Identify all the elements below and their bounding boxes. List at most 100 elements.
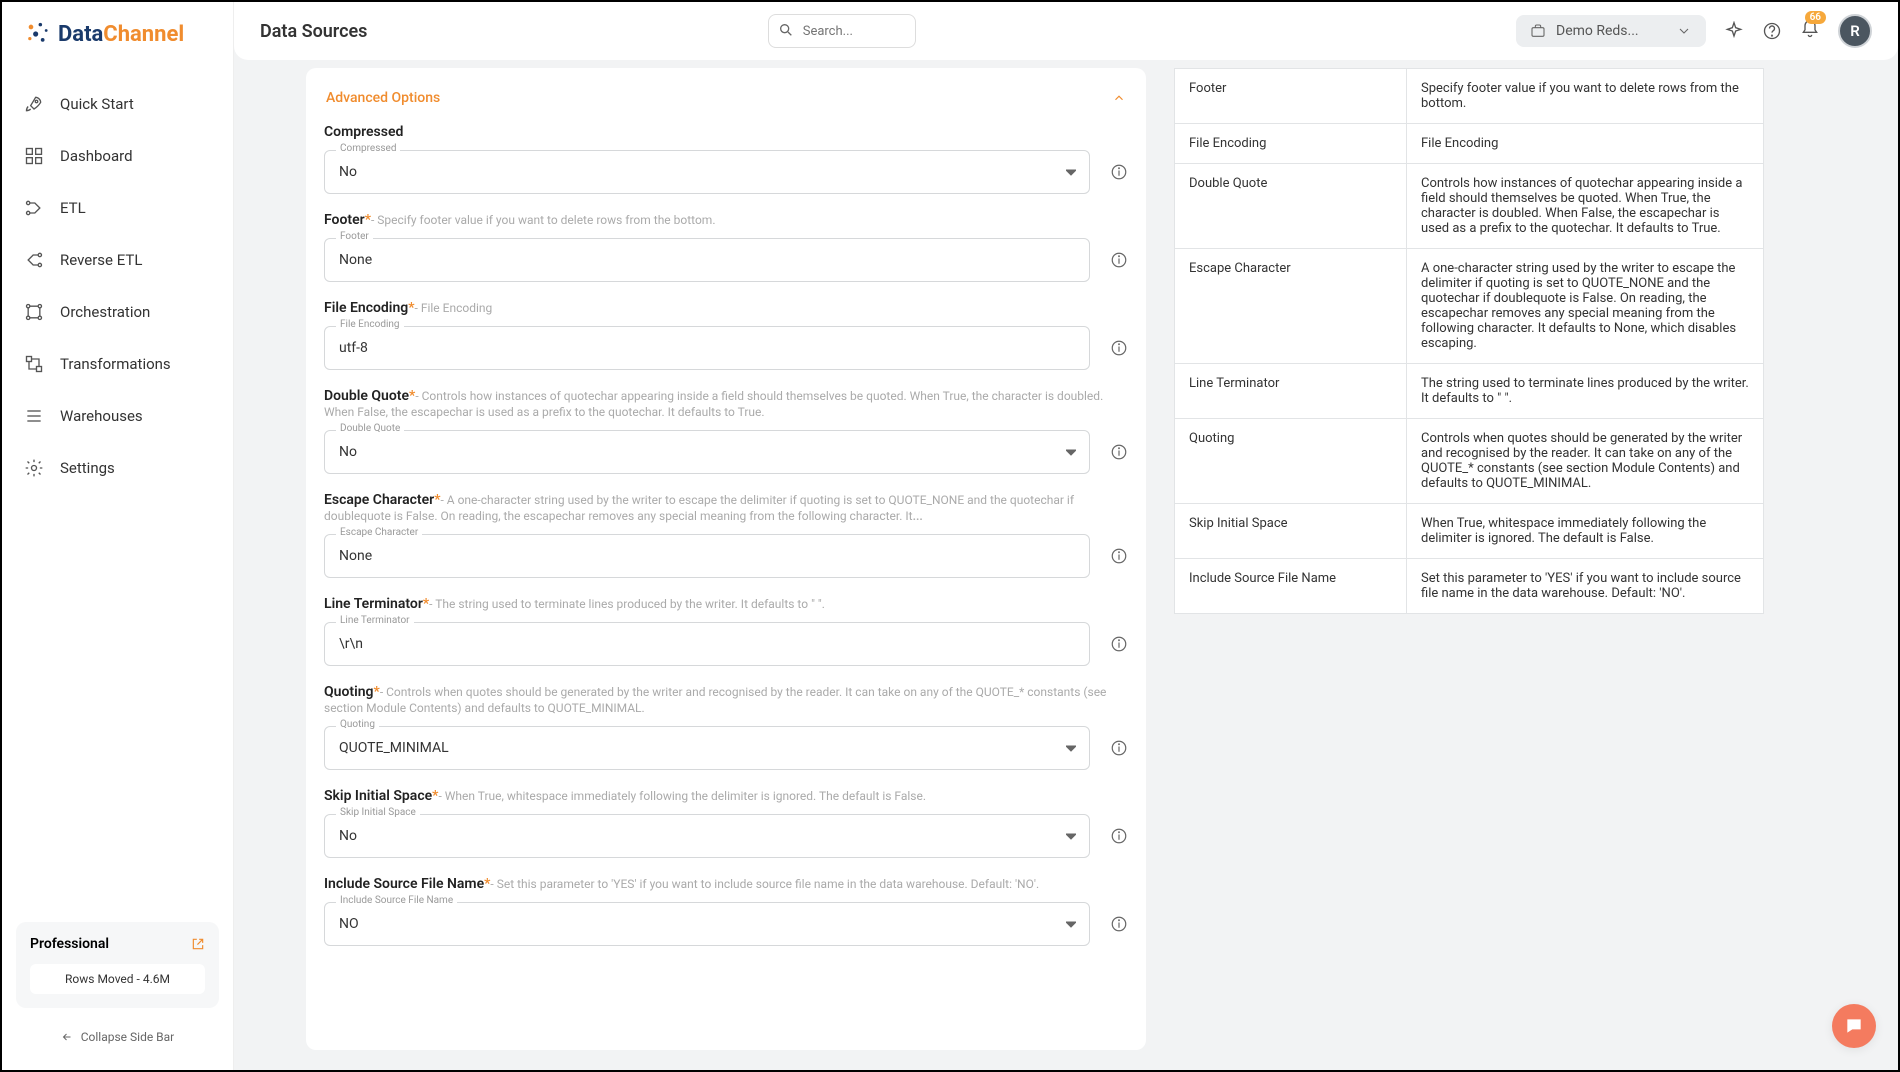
logo[interactable]: DataChannel xyxy=(2,20,233,78)
advanced-options-label: Advanced Options xyxy=(326,90,440,106)
skip-initial-space-select[interactable]: No xyxy=(324,814,1090,858)
info-icon[interactable] xyxy=(1110,339,1128,357)
help-value: Specify footer value if you want to dele… xyxy=(1407,69,1764,124)
include-source-select[interactable]: NO xyxy=(324,902,1090,946)
nav-settings[interactable]: Settings xyxy=(2,442,233,494)
info-icon[interactable] xyxy=(1110,827,1128,845)
caret-down-icon xyxy=(1066,168,1076,178)
field-footer: Footer*- Specify footer value if you wan… xyxy=(324,212,1128,282)
collapse-label: Collapse Side Bar xyxy=(81,1030,175,1044)
help-key: Double Quote xyxy=(1175,164,1407,249)
info-icon[interactable] xyxy=(1110,547,1128,565)
help-row: File EncodingFile Encoding xyxy=(1175,124,1764,164)
compressed-select[interactable]: No xyxy=(324,150,1090,194)
double-quote-select[interactable]: No xyxy=(324,430,1090,474)
brand-right: Channel xyxy=(103,22,184,47)
etl-icon xyxy=(24,198,44,218)
field-escape-character: Escape Character*- A one-character strin… xyxy=(324,492,1128,578)
help-row: Escape CharacterA one-character string u… xyxy=(1175,249,1764,364)
field-double-quote: Double Quote*- Controls how instances of… xyxy=(324,388,1128,474)
field-label: Double Quote*- Controls how instances of… xyxy=(324,388,1128,420)
warehouses-icon xyxy=(24,406,44,426)
sidebar: DataChannel Quick Start Dashboard ETL Re… xyxy=(2,2,234,1070)
caret-down-icon xyxy=(1066,448,1076,458)
reverse-etl-icon xyxy=(24,250,44,270)
field-label: Escape Character*- A one-character strin… xyxy=(324,492,1128,524)
gear-icon xyxy=(24,458,44,478)
chevron-down-icon xyxy=(1676,23,1692,39)
nav-quick-start[interactable]: Quick Start xyxy=(2,78,233,130)
plan-card: Professional Rows Moved - 4.6M xyxy=(16,922,219,1008)
nav-transformations[interactable]: Transformations xyxy=(2,338,233,390)
field-include-source-file-name: Include Source File Name*- Set this para… xyxy=(324,876,1128,946)
help-value: When True, whitespace immediately follow… xyxy=(1407,504,1764,559)
collapse-icon xyxy=(61,1031,73,1043)
field-label: Skip Initial Space*- When True, whitespa… xyxy=(324,788,1128,804)
help-row: FooterSpecify footer value if you want t… xyxy=(1175,69,1764,124)
plan-name-text: Professional xyxy=(30,936,109,952)
plan-sub: Rows Moved - 4.6M xyxy=(30,964,205,994)
help-value: The string used to terminate lines produ… xyxy=(1407,364,1764,419)
notifications[interactable]: 66 xyxy=(1800,19,1820,43)
info-icon[interactable] xyxy=(1110,251,1128,269)
float-label: Double Quote xyxy=(336,423,404,434)
logo-icon xyxy=(24,20,52,48)
help-row: Line TerminatorThe string used to termin… xyxy=(1175,364,1764,419)
chevron-up-icon xyxy=(1112,91,1126,105)
field-compressed: Compressed Compressed No xyxy=(324,124,1128,194)
nav-dashboard[interactable]: Dashboard xyxy=(2,130,233,182)
avatar[interactable]: R xyxy=(1838,14,1872,48)
field-label: Include Source File Name*- Set this para… xyxy=(324,876,1128,892)
info-icon[interactable] xyxy=(1110,443,1128,461)
help-value: Controls when quotes should be generated… xyxy=(1407,419,1764,504)
workspace-select[interactable]: Demo Reds... xyxy=(1516,15,1706,47)
nav-label: Reverse ETL xyxy=(60,251,142,269)
nav-etl[interactable]: ETL xyxy=(2,182,233,234)
chat-button[interactable] xyxy=(1832,1004,1876,1048)
help-icon[interactable] xyxy=(1762,21,1782,41)
field-skip-initial-space: Skip Initial Space*- When True, whitespa… xyxy=(324,788,1128,858)
info-icon[interactable] xyxy=(1110,739,1128,757)
nav: Quick Start Dashboard ETL Reverse ETL Or… xyxy=(2,78,233,922)
footer-input[interactable] xyxy=(324,238,1090,282)
advanced-options-toggle[interactable]: Advanced Options xyxy=(324,90,1128,124)
nav-orchestration[interactable]: Orchestration xyxy=(2,286,233,338)
chat-icon xyxy=(1844,1016,1864,1036)
external-link-icon[interactable] xyxy=(191,937,205,951)
collapse-sidebar[interactable]: Collapse Side Bar xyxy=(2,1022,233,1052)
float-label: Compressed xyxy=(336,143,400,154)
help-row: QuotingControls when quotes should be ge… xyxy=(1175,419,1764,504)
nav-label: Warehouses xyxy=(60,407,143,425)
nav-label: ETL xyxy=(60,199,86,217)
field-line-terminator: Line Terminator*- The string used to ter… xyxy=(324,596,1128,666)
nav-reverse-etl[interactable]: Reverse ETL xyxy=(2,234,233,286)
brand-left: Data xyxy=(58,22,103,47)
hint-expand[interactable]: ... xyxy=(913,509,923,523)
info-icon[interactable] xyxy=(1110,163,1128,181)
field-label: Quoting*- Controls when quotes should be… xyxy=(324,684,1128,716)
search-wrap xyxy=(768,14,916,48)
info-icon[interactable] xyxy=(1110,915,1128,933)
nav-label: Orchestration xyxy=(60,303,150,321)
help-key: Include Source File Name xyxy=(1175,559,1407,614)
form-panel: Advanced Options Compressed Compressed N… xyxy=(306,68,1146,1050)
help-value: A one-character string used by the write… xyxy=(1407,249,1764,364)
help-value: Controls how instances of quotechar appe… xyxy=(1407,164,1764,249)
float-label: Include Source File Name xyxy=(336,895,457,906)
nav-warehouses[interactable]: Warehouses xyxy=(2,390,233,442)
float-label: File Encoding xyxy=(336,319,404,330)
notification-badge: 66 xyxy=(1805,11,1826,24)
field-label: Compressed xyxy=(324,124,1128,140)
quoting-select[interactable]: QUOTE_MINIMAL xyxy=(324,726,1090,770)
topbar: Data Sources Demo Reds... 66 R xyxy=(234,2,1898,60)
orchestration-icon xyxy=(24,302,44,322)
file-encoding-input[interactable] xyxy=(324,326,1090,370)
sparkle-icon[interactable] xyxy=(1724,21,1744,41)
info-icon[interactable] xyxy=(1110,635,1128,653)
caret-down-icon xyxy=(1066,832,1076,842)
escape-character-input[interactable] xyxy=(324,534,1090,578)
dashboard-icon xyxy=(24,146,44,166)
help-key: File Encoding xyxy=(1175,124,1407,164)
plan-name: Professional xyxy=(30,936,205,952)
line-terminator-input[interactable] xyxy=(324,622,1090,666)
